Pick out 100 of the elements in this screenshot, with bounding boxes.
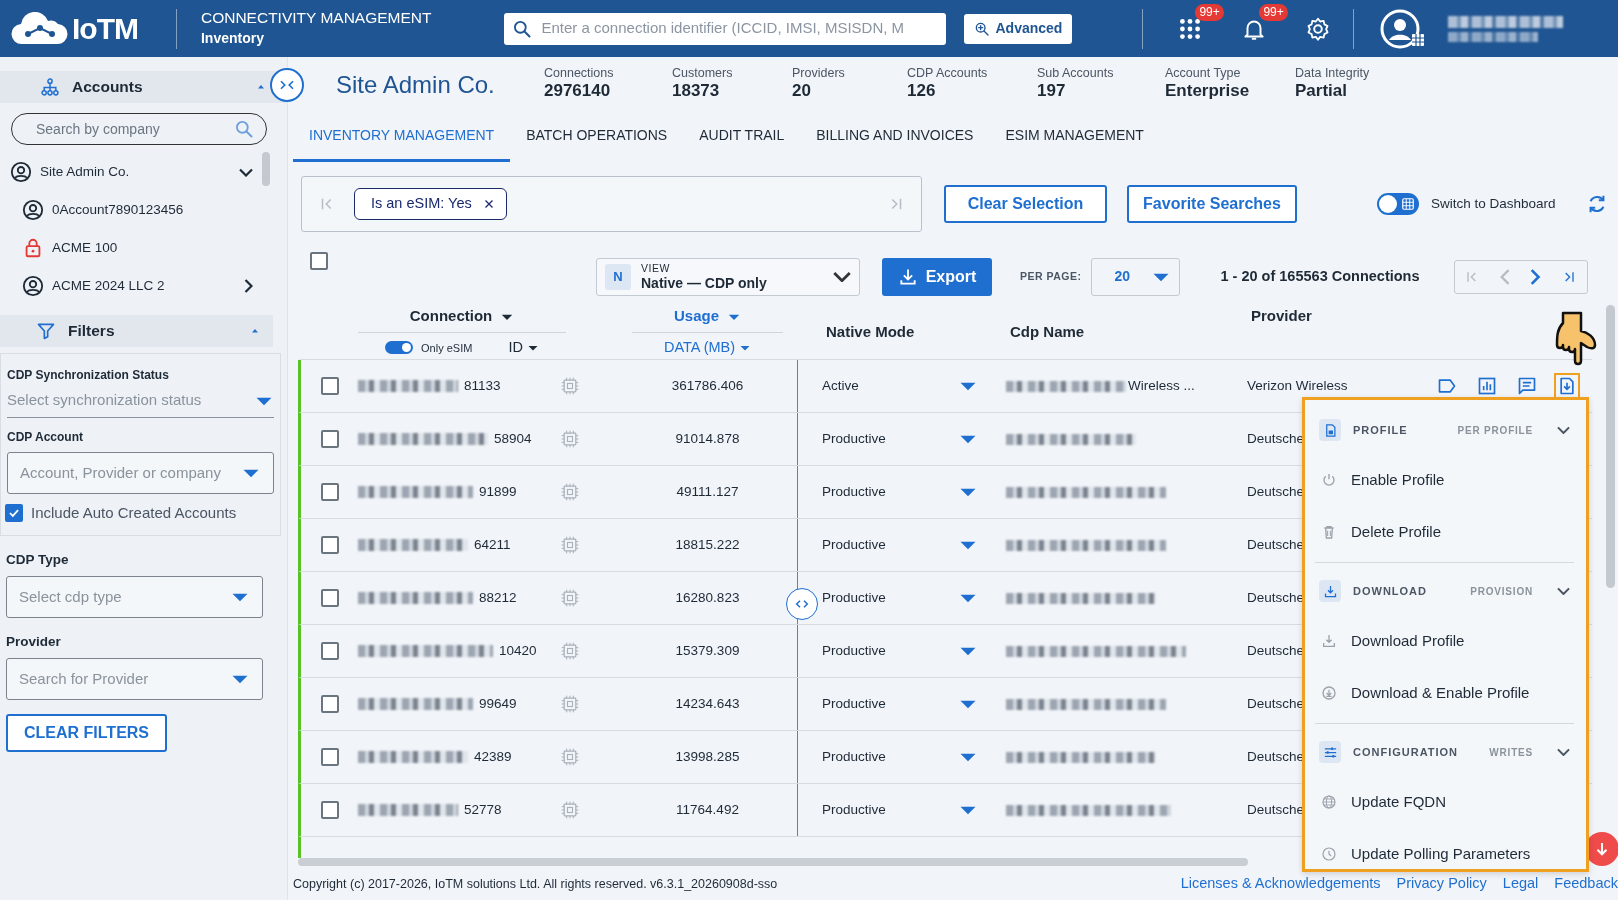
- menu-item[interactable]: Enable Profile: [1315, 454, 1574, 506]
- page-subtitle: Inventory: [201, 28, 265, 48]
- section-tag: WRITES: [1489, 744, 1533, 760]
- footer-link[interactable]: Legal: [1502, 873, 1539, 895]
- mode-select[interactable]: Productive: [822, 534, 978, 556]
- tab[interactable]: INVENTORY MANAGEMENT: [293, 112, 511, 162]
- column-header[interactable]: Provider: [1251, 307, 1312, 324]
- footer-link[interactable]: Licenses & Acknowledgements: [1180, 873, 1381, 895]
- mode-select[interactable]: Productive: [822, 481, 978, 503]
- connection-id: 88212: [479, 588, 517, 607]
- menu-section-header[interactable]: CONFIGURATION WRITES: [1315, 728, 1574, 776]
- row-checkbox[interactable]: [320, 377, 339, 395]
- view-select[interactable]: N VIEW Native — CDP only: [596, 257, 860, 296]
- clear-selection-button[interactable]: Clear Selection: [944, 185, 1107, 223]
- search-icon: [511, 18, 532, 39]
- scrollbar-thumb[interactable]: [262, 152, 270, 186]
- connection-id: 64211: [474, 535, 511, 554]
- connection-id: 91899: [479, 482, 517, 501]
- column-resize-handle[interactable]: [786, 588, 818, 620]
- per-page-select[interactable]: 20: [1091, 257, 1181, 296]
- menu-item[interactable]: Download Profile: [1315, 615, 1574, 667]
- collapse-sidebar-button[interactable]: [270, 68, 304, 102]
- row-checkbox[interactable]: [320, 801, 339, 819]
- checkbox[interactable]: [5, 504, 23, 523]
- stat-value: Enterprise: [1165, 81, 1251, 102]
- search-field[interactable]: Enter a connection identifier (ICCID, IMSI, MSISDN, M: [503, 12, 946, 45]
- tab[interactable]: AUDIT TRAIL: [683, 112, 801, 162]
- tree-item[interactable]: Site Admin Co.: [10, 153, 257, 191]
- menu-item[interactable]: Update FQDN: [1315, 776, 1574, 828]
- provider-name: Deutsche: [1247, 802, 1305, 818]
- mode-select[interactable]: Productive: [822, 799, 978, 821]
- footer-link[interactable]: Feedback: [1554, 873, 1618, 895]
- tree-item[interactable]: 0Account7890123456: [10, 191, 257, 229]
- mode-select[interactable]: Productive: [822, 428, 978, 450]
- tab[interactable]: ESIM MANAGEMENT: [989, 112, 1160, 162]
- filter-chip[interactable]: Is an eSIM: Yes: [354, 188, 507, 220]
- column-header[interactable]: Cdp Name: [1010, 320, 1085, 344]
- usage-value: 361786.406: [618, 360, 798, 412]
- export-button[interactable]: Export: [882, 257, 992, 296]
- tab[interactable]: BILLING AND INVOICES: [800, 112, 990, 162]
- menu-item[interactable]: Delete Profile: [1315, 506, 1574, 558]
- app-title: CONNECTIVITY MANAGEMENT: [201, 8, 432, 28]
- mode-select[interactable]: Productive: [822, 587, 978, 609]
- provider-name: Deutsche: [1247, 696, 1305, 712]
- filters-header[interactable]: Filters: [0, 315, 273, 347]
- next-page-icon[interactable]: [1530, 268, 1541, 285]
- row-checkbox[interactable]: [320, 642, 339, 660]
- avatar-icon[interactable]: [1380, 7, 1427, 50]
- menu-item[interactable]: Download & Enable Profile: [1315, 667, 1574, 719]
- row-checkbox[interactable]: [320, 430, 339, 448]
- column-header[interactable]: Connection: [358, 305, 566, 333]
- clear-filters-button[interactable]: CLEAR FILTERS: [6, 714, 168, 752]
- select-all-checkbox[interactable]: [310, 252, 328, 270]
- tree-item[interactable]: ACME 100: [10, 229, 257, 267]
- row-checkbox[interactable]: [320, 483, 339, 501]
- column-header[interactable]: Usage: [632, 305, 783, 333]
- power-icon: [1321, 472, 1337, 488]
- provider-name: Deutsche: [1247, 643, 1305, 659]
- row-checkbox[interactable]: [320, 589, 339, 607]
- mode-select[interactable]: Productive: [822, 746, 978, 768]
- download-circle-icon: [1321, 685, 1337, 701]
- provider-name: Verizon Wireless: [1247, 378, 1348, 394]
- chip-icon: [560, 747, 580, 767]
- chip-icon: [560, 641, 580, 661]
- column-header[interactable]: Native Mode: [826, 320, 915, 344]
- vertical-scrollbar[interactable]: [1606, 305, 1615, 588]
- stat-label: Account Type: [1165, 67, 1242, 82]
- switch-label: Switch to Dashboard: [1431, 194, 1556, 213]
- hierarchy-icon: [40, 77, 60, 97]
- stat-label: Sub Accounts: [1037, 67, 1115, 82]
- stat-value: 197: [1037, 81, 1067, 102]
- advanced-search-button[interactable]: Advanced: [963, 13, 1073, 44]
- column-subheader[interactable]: ID: [508, 336, 539, 359]
- menu-section-header[interactable]: DOWNLOAD PROVISION: [1315, 567, 1574, 615]
- provider-name: Deutsche: [1247, 484, 1305, 500]
- stat-value: 126: [907, 81, 937, 102]
- row-checkbox[interactable]: [320, 536, 339, 554]
- stat-label: CDP Accounts: [907, 67, 989, 82]
- footer-link[interactable]: Privacy Policy: [1396, 873, 1487, 895]
- tab[interactable]: BATCH OPERATIONS: [510, 112, 684, 162]
- menu-section-header[interactable]: PROFILE PER PROFILE: [1315, 406, 1574, 454]
- row-checkbox[interactable]: [320, 748, 339, 766]
- mode-select[interactable]: Productive: [822, 693, 978, 715]
- connection-id: 58904: [494, 429, 532, 448]
- connection-id: 10420: [499, 641, 537, 660]
- toggle-switch[interactable]: [1377, 193, 1419, 215]
- column-subheader[interactable]: DATA (MB): [663, 336, 752, 359]
- tree-item[interactable]: ACME 2024 LLC 2: [10, 267, 257, 305]
- favorite-searches-button[interactable]: Favorite Searches: [1127, 185, 1297, 223]
- horizontal-scrollbar[interactable]: [298, 858, 1248, 866]
- toggle-switch[interactable]: [385, 341, 414, 355]
- mode-select[interactable]: Productive: [822, 640, 978, 662]
- trash-icon: [1321, 524, 1337, 540]
- row-checkbox[interactable]: [320, 695, 339, 713]
- mode-select[interactable]: Active: [822, 375, 978, 397]
- user-icon: [22, 275, 44, 297]
- accounts-header[interactable]: Accounts: [0, 71, 287, 103]
- connection-id: 52778: [464, 800, 502, 819]
- search-input[interactable]: Search by company: [34, 117, 234, 141]
- section-tag: PROVISION: [1470, 583, 1533, 599]
